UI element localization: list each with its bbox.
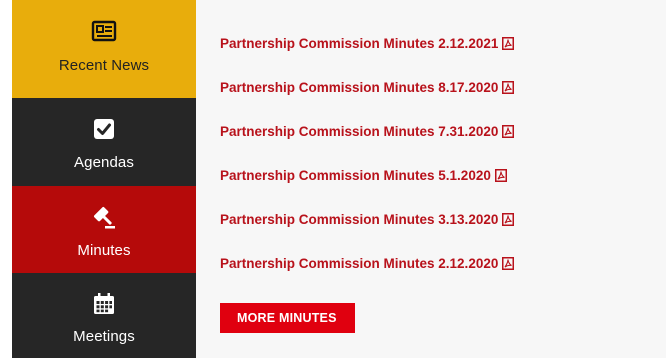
link-label: Partnership Commission Minutes 2.12.2020 [220,255,499,271]
pdf-icon [502,36,515,50]
pdf-icon [502,124,515,138]
sidebar-nav: Recent News Agendas Minutes Meetings [12,0,210,358]
gavel-icon [94,207,115,229]
calendar-icon [94,293,114,314]
link-label: Partnership Commission Minutes 5.1.2020 [220,167,491,183]
minutes-link[interactable]: Partnership Commission Minutes 5.1.2020 [220,153,514,197]
minutes-link[interactable]: Partnership Commission Minutes 8.17.2020 [220,65,515,109]
minutes-list: Partnership Commission Minutes 2.12.2021… [220,26,515,333]
pdf-icon [494,168,507,182]
checkbox-icon [94,119,114,139]
sidebar-item-minutes[interactable]: Minutes [12,186,196,273]
more-minutes-button[interactable]: MORE MINUTES [220,303,355,333]
minutes-link[interactable]: Partnership Commission Minutes 2.12.2021 [220,21,515,65]
pdf-icon [502,256,515,270]
link-label: Partnership Commission Minutes 8.17.2020 [220,79,499,95]
sidebar-item-label: Minutes [77,242,131,259]
sidebar-item-label: Agendas [74,154,134,171]
sidebar-item-agendas[interactable]: Agendas [12,98,196,186]
minutes-link[interactable]: Partnership Commission Minutes 7.31.2020 [220,109,515,153]
minutes-content-panel: Partnership Commission Minutes 2.12.2021… [196,0,666,358]
newspaper-icon [91,20,117,42]
pdf-icon [502,80,515,94]
minutes-link[interactable]: Partnership Commission Minutes 2.12.2020 [220,241,515,285]
sidebar-item-label: Recent News [58,57,150,74]
sidebar-item-recent-news[interactable]: Recent News [12,0,196,98]
link-label: Partnership Commission Minutes 3.13.2020 [220,211,499,227]
link-label: Partnership Commission Minutes 2.12.2021 [220,35,499,51]
pdf-icon [502,212,515,226]
minutes-link[interactable]: Partnership Commission Minutes 3.13.2020 [220,197,515,241]
sidebar-item-label: Meetings [73,328,135,345]
link-label: Partnership Commission Minutes 7.31.2020 [220,123,499,139]
sidebar-item-meetings[interactable]: Meetings [12,273,196,358]
